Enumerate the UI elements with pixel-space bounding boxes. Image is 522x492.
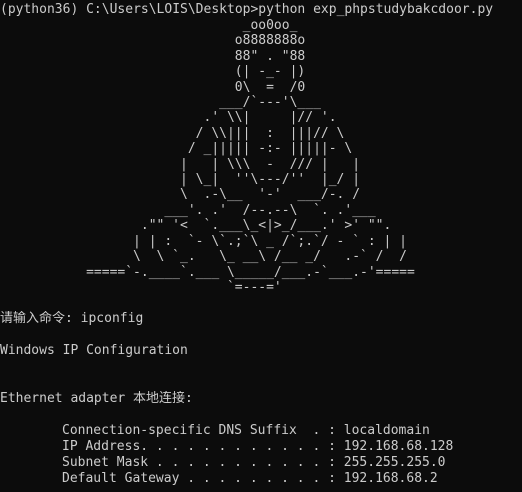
config-row-ip-address: IP Address. . . . . . . . . . . . : 192.… — [0, 439, 522, 455]
config-value: 255.255.255.0 — [343, 455, 446, 471]
command-input-line[interactable]: 请输入命令: ipconfig — [0, 311, 522, 327]
buddha-ascii-art: _oo0oo_ o8888888o 88" . "88 (| -_- |) 0\… — [86, 18, 415, 295]
prompt-line: (python36) C:\Users\LOIS\Desktop>python … — [0, 2, 522, 18]
config-label: Default Gateway . . . . . . . . . : — [62, 471, 344, 487]
ip-config-header: Windows IP Configuration — [0, 343, 188, 359]
input-prompt-label: 请输入命令: — [0, 311, 73, 327]
config-label: Connection-specific DNS Suffix . : — [62, 423, 344, 439]
config-row-dns-suffix: Connection-specific DNS Suffix . : local… — [0, 423, 522, 439]
config-row-subnet-mask: Subnet Mask . . . . . . . . . . . : 255.… — [0, 455, 522, 471]
input-value: ipconfig — [80, 311, 144, 327]
config-row-default-gateway: Default Gateway . . . . . . . . . : 192.… — [0, 471, 522, 487]
config-label: IP Address. . . . . . . . . . . . : — [62, 439, 344, 455]
prompt-path: C:\Users\LOIS\Desktop> — [86, 2, 259, 17]
config-value: 192.168.68.2 — [343, 471, 438, 487]
config-value: localdomain — [343, 423, 430, 439]
config-label: Subnet Mask . . . . . . . . . . . : — [62, 455, 344, 471]
prompt-command: python exp_phpstudybakcdoor.py — [258, 2, 494, 17]
adapter-header: Ethernet adapter 本地连接: — [0, 391, 193, 407]
terminal-window[interactable]: (python36) C:\Users\LOIS\Desktop>python … — [0, 0, 522, 492]
config-value: 192.168.68.128 — [343, 439, 454, 455]
conda-env: (python36) — [0, 2, 79, 17]
